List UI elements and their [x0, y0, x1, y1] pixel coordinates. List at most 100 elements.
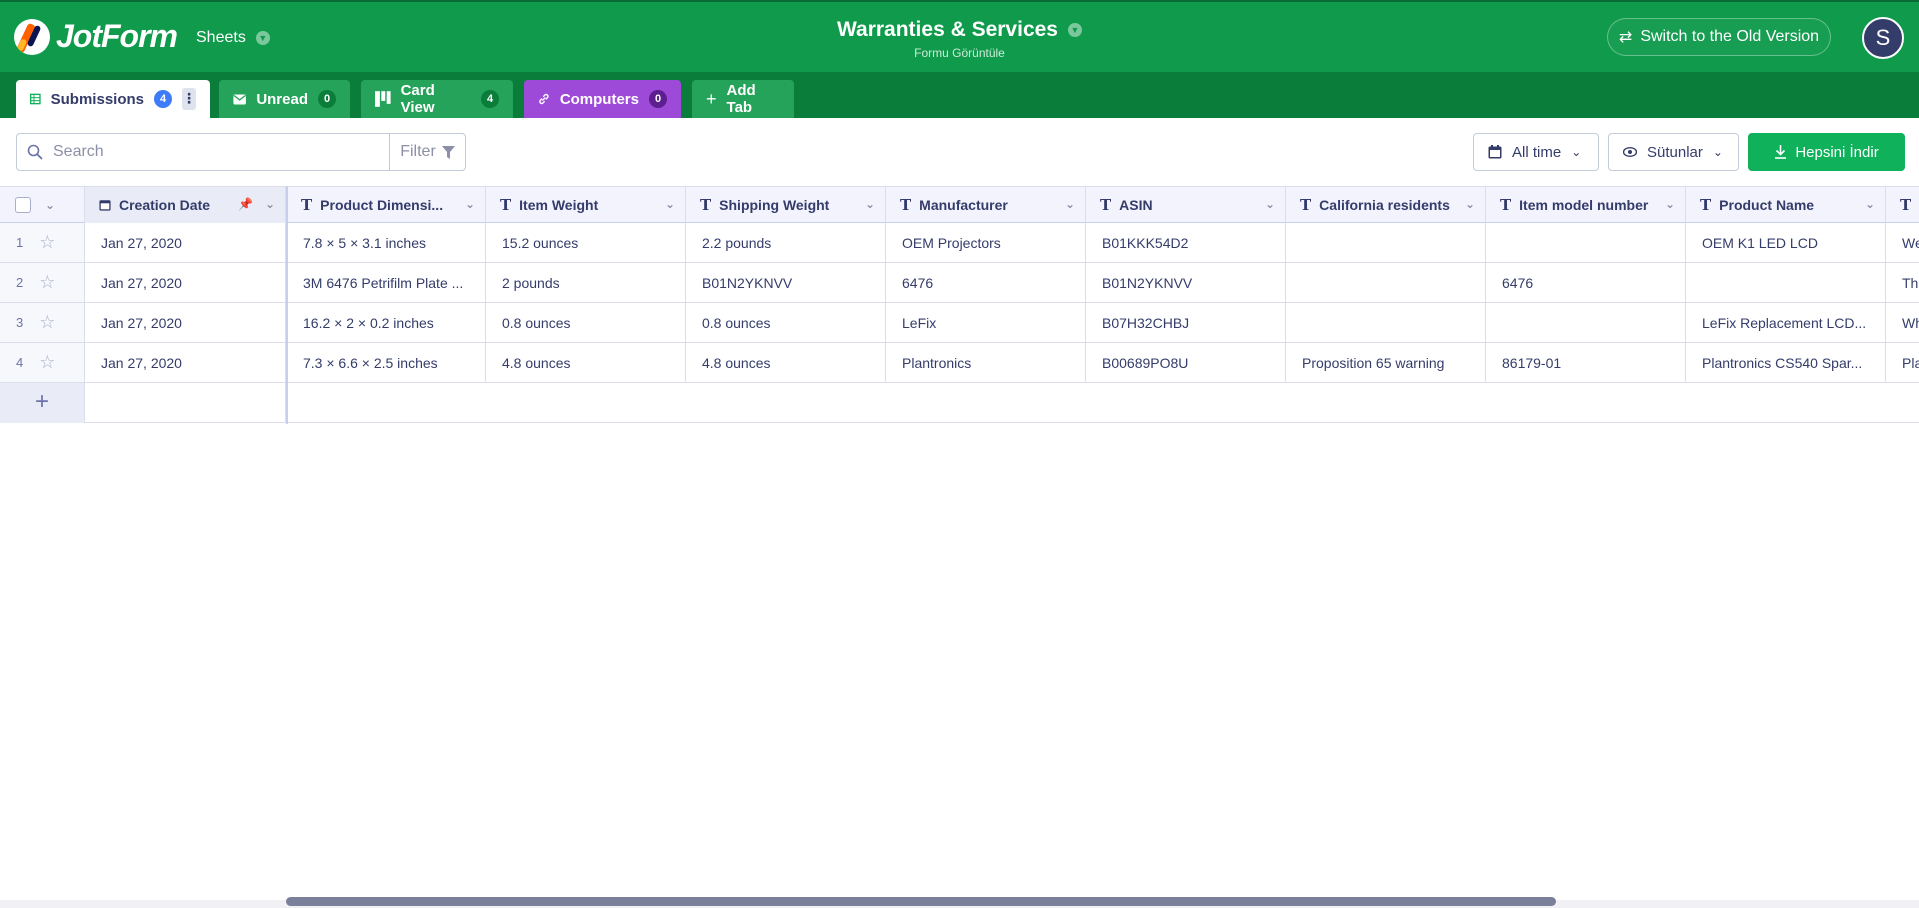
more-options-icon[interactable]: ⋮	[182, 88, 196, 110]
table-cell[interactable]	[1686, 263, 1886, 302]
table-cell[interactable]: OEM K1 LED LCD	[1686, 223, 1886, 262]
horizontal-scrollbar[interactable]	[286, 897, 1556, 906]
tab-computers[interactable]: Computers 0	[524, 80, 681, 118]
table-cell[interactable]: 4.8 ounces	[486, 343, 686, 382]
add-row-button[interactable]: +	[0, 383, 85, 423]
table-cell[interactable]: B01N2YKNVV	[1086, 263, 1286, 302]
grid-icon	[30, 93, 41, 105]
table-cell[interactable]: B01N2YKNVV	[686, 263, 886, 302]
table-cell[interactable]	[1486, 223, 1686, 262]
text-type-icon: T	[900, 196, 912, 214]
table-cell[interactable]	[1286, 263, 1486, 302]
chevron-down-icon[interactable]: ⌄	[1465, 197, 1475, 211]
star-icon[interactable]: ☆	[39, 232, 55, 253]
tab-submissions[interactable]: Submissions 4 ⋮	[16, 80, 210, 118]
calendar-icon	[99, 200, 111, 211]
table-cell[interactable]: Jan 27, 2020	[85, 303, 286, 342]
pin-icon[interactable]: 📌	[238, 197, 253, 211]
plus-icon: +	[706, 88, 717, 109]
table-cell[interactable]: 3M 6476 Petrifilm Plate ...	[287, 263, 486, 302]
table-cell[interactable]	[1286, 303, 1486, 342]
table-cell[interactable]: 6476	[886, 263, 1086, 302]
form-title-dropdown[interactable]: Warranties & Services ▼	[837, 18, 1082, 42]
chevron-down-icon: ⌄	[1571, 145, 1582, 159]
table-cell[interactable]: 2.2 pounds	[686, 223, 886, 262]
chevron-down-icon[interactable]: ⌄	[865, 197, 875, 211]
table-cell[interactable]: 4.8 ounces	[686, 343, 886, 382]
row-number-cell[interactable]: 1 ☆	[0, 223, 85, 262]
tab-card-view[interactable]: Card View 4	[361, 80, 513, 118]
funnel-icon	[441, 145, 455, 159]
table-cell[interactable]: 86179-01	[1486, 343, 1686, 382]
download-all-button[interactable]: Hepsini İndir	[1748, 133, 1905, 171]
chevron-down-icon[interactable]: ⌄	[665, 197, 675, 211]
columns-dropdown[interactable]: Sütunlar ⌄	[1608, 133, 1739, 171]
table-cell[interactable]: Plantronics CS540 Spar...	[1686, 343, 1886, 382]
column-header-asin[interactable]: T ASIN ⌄	[1086, 187, 1286, 223]
chevron-down-icon[interactable]: ⌄	[1265, 197, 1275, 211]
column-header-california-residents[interactable]: T California residents ⌄	[1286, 187, 1486, 223]
switch-label: Switch to the Old Version	[1640, 28, 1820, 45]
avatar[interactable]: S	[1862, 17, 1904, 59]
table-cell[interactable]: OEM Projectors	[886, 223, 1086, 262]
table-cell[interactable]: B01KKK54D2	[1086, 223, 1286, 262]
table-cell[interactable]: Proposition 65 warning	[1286, 343, 1486, 382]
tab-label: Computers	[559, 90, 639, 108]
table-cell[interactable]: 0.8 ounces	[686, 303, 886, 342]
calendar-icon	[1488, 145, 1502, 159]
chevron-down-icon[interactable]: ⌄	[45, 198, 55, 212]
search-icon	[27, 144, 43, 160]
chevron-down-icon[interactable]: ⌄	[1665, 197, 1675, 211]
column-header-product-name[interactable]: T Product Name ⌄	[1686, 187, 1886, 223]
table-cell[interactable]: 7.3 × 6.6 × 2.5 inches	[287, 343, 486, 382]
table-cell[interactable]: LeFix Replacement LCD...	[1686, 303, 1886, 342]
column-header-item-weight[interactable]: T Item Weight ⌄	[486, 187, 686, 223]
table-cell[interactable]: Jan 27, 2020	[85, 223, 286, 262]
select-all-checkbox[interactable]	[15, 197, 31, 213]
column-header-creation-date[interactable]: Creation Date 📌 ⌄	[85, 187, 286, 223]
table-cell[interactable]: B00689PO8U	[1086, 343, 1286, 382]
table-cell[interactable]: 15.2 ounces	[486, 223, 686, 262]
column-header-shipping-weight[interactable]: T Shipping Weight ⌄	[686, 187, 886, 223]
column-header-manufacturer[interactable]: T Manufacturer ⌄	[886, 187, 1086, 223]
table-cell[interactable]: 16.2 × 2 × 0.2 inches	[287, 303, 486, 342]
star-icon[interactable]: ☆	[39, 272, 55, 293]
tab-unread[interactable]: Unread 0	[219, 80, 350, 118]
filter-button[interactable]: Filter	[389, 133, 466, 171]
column-header-item-model-number[interactable]: T Item model number ⌄	[1486, 187, 1686, 223]
chevron-down-icon[interactable]: ⌄	[1865, 197, 1875, 211]
product-switcher[interactable]: Sheets ▼	[196, 29, 270, 47]
date-range-dropdown[interactable]: All time ⌄	[1473, 133, 1599, 171]
table-cell[interactable]: We	[1886, 223, 1919, 262]
table-cell[interactable]: 2 pounds	[486, 263, 686, 302]
table-cell[interactable]: Th	[1886, 263, 1919, 302]
row-number-cell[interactable]: 2 ☆	[0, 263, 85, 302]
chevron-down-icon[interactable]: ⌄	[465, 197, 475, 211]
table-cell[interactable]: 7.8 × 5 × 3.1 inches	[287, 223, 486, 262]
column-header-product-dimensions[interactable]: T Product Dimensi... ⌄	[287, 187, 486, 223]
star-icon[interactable]: ☆	[39, 352, 55, 373]
table-cell[interactable]	[1486, 303, 1686, 342]
row-number-cell[interactable]: 4 ☆	[0, 343, 85, 382]
chevron-down-icon[interactable]: ⌄	[265, 197, 275, 211]
switch-old-version-button[interactable]: ⇄ Switch to the Old Version	[1607, 18, 1831, 56]
row-number-cell[interactable]: 3 ☆	[0, 303, 85, 342]
star-icon[interactable]: ☆	[39, 312, 55, 333]
column-header-partial[interactable]: T	[1886, 187, 1919, 223]
table-cell[interactable]: LeFix	[886, 303, 1086, 342]
text-type-icon: T	[700, 196, 712, 214]
table-cell[interactable]: Jan 27, 2020	[85, 343, 286, 382]
table-cell[interactable]: Wh	[1886, 303, 1919, 342]
table-cell[interactable]: 6476	[1486, 263, 1686, 302]
text-type-icon: T	[1100, 196, 1112, 214]
table-cell[interactable]: Pla	[1886, 343, 1919, 382]
eye-icon	[1623, 147, 1637, 157]
add-tab-button[interactable]: + Add Tab	[692, 80, 794, 118]
search-input[interactable]	[53, 143, 353, 161]
table-cell[interactable]: Plantronics	[886, 343, 1086, 382]
table-cell[interactable]: Jan 27, 2020	[85, 263, 286, 302]
table-cell[interactable]	[1286, 223, 1486, 262]
table-cell[interactable]: 0.8 ounces	[486, 303, 686, 342]
chevron-down-icon[interactable]: ⌄	[1065, 197, 1075, 211]
table-cell[interactable]: B07H32CHBJ	[1086, 303, 1286, 342]
